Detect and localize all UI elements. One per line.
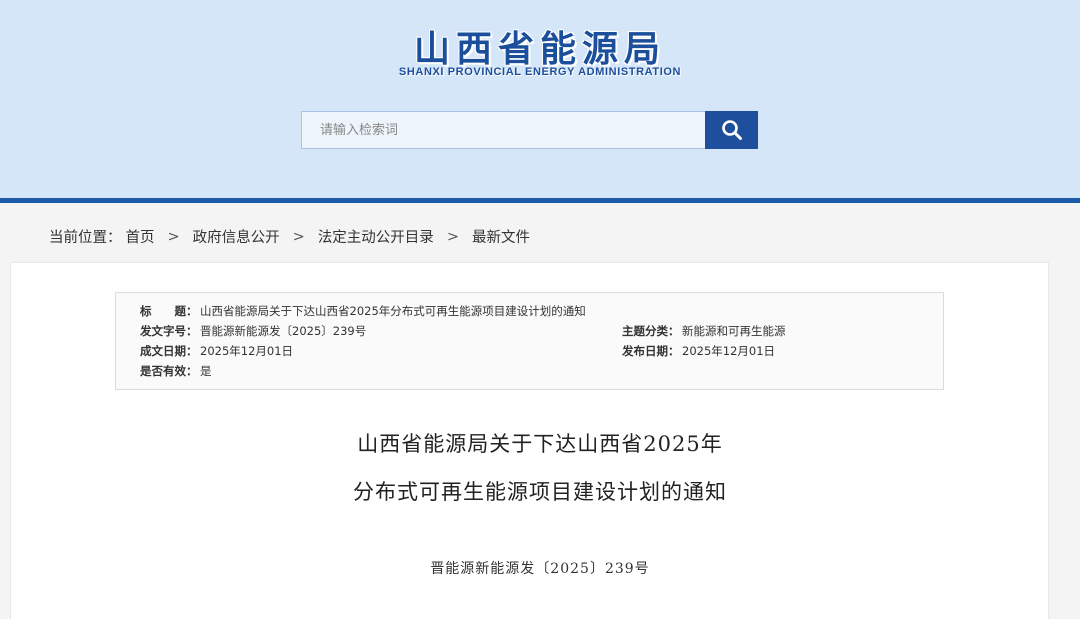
breadcrumb-label: 当前位置： [49, 230, 122, 246]
meta-category-key: 主题分类： [622, 324, 680, 338]
meta-docno-value: 晋能源新能源发〔2025〕239号 [200, 324, 367, 338]
meta-valid-value: 是 [200, 364, 212, 378]
breadcrumb-separator: > [292, 228, 305, 245]
meta-title-value: 山西省能源局关于下达山西省2025年分布式可再生能源项目建设计划的通知 [200, 304, 586, 318]
meta-valid-key: 是否有效： [140, 364, 198, 378]
meta-row-created: 成文日期： 2025年12月01日 [140, 343, 293, 359]
meta-published-value: 2025年12月01日 [682, 344, 776, 358]
meta-category-value: 新能源和可再生能源 [682, 324, 786, 338]
breadcrumb: 当前位置： 首页 > 政府信息公开 > 法定主动公开目录 > 最新文件 [49, 226, 530, 247]
meta-row-valid: 是否有效：是 [140, 363, 212, 379]
search-button[interactable] [705, 111, 758, 149]
site-logo-en[interactable]: SHANXI PROVINCIAL ENERGY ADMINISTRATION [0, 66, 1080, 78]
breadcrumb-catalog[interactable]: 法定主动公开目录 [318, 226, 434, 247]
meta-row-docno: 发文字号： 晋能源新能源发〔2025〕239号 [140, 323, 366, 339]
search-icon [721, 120, 742, 140]
document-meta-box: 标 题： 山西省能源局关于下达山西省2025年分布式可再生能源项目建设计划的通知 … [115, 292, 944, 390]
meta-docno-key: 发文字号： [140, 324, 198, 338]
article-title-line-2: 分布式可再生能源项目建设计划的通知 [353, 480, 727, 504]
meta-title-key: 标 题： [140, 304, 198, 318]
meta-published-key: 发布日期： [622, 344, 680, 358]
meta-created-value: 2025年12月01日 [200, 344, 294, 358]
meta-row-published: 发布日期： 2025年12月01日 [622, 343, 775, 359]
breadcrumb-latest[interactable]: 最新文件 [472, 226, 530, 247]
article-doc-number: 晋能源新能源发〔2025〕239号 [430, 561, 650, 577]
breadcrumb-separator: > [446, 228, 459, 245]
meta-created-key: 成文日期： [140, 344, 198, 358]
meta-row-category: 主题分类： 新能源和可再生能源 [622, 323, 786, 339]
site-logo-cn[interactable]: 山西省能源局 [0, 20, 1080, 72]
breadcrumb-home[interactable]: 首页 [126, 226, 155, 247]
breadcrumb-gov-info[interactable]: 政府信息公开 [193, 226, 280, 247]
search-input[interactable] [301, 111, 705, 149]
search-bar [301, 111, 758, 149]
breadcrumb-separator: > [167, 228, 180, 245]
article-title-line-1: 山西省能源局关于下达山西省2025年 [357, 432, 723, 456]
header-divider [0, 198, 1080, 203]
meta-row-title: 标 题： 山西省能源局关于下达山西省2025年分布式可再生能源项目建设计划的通知 [140, 303, 586, 319]
